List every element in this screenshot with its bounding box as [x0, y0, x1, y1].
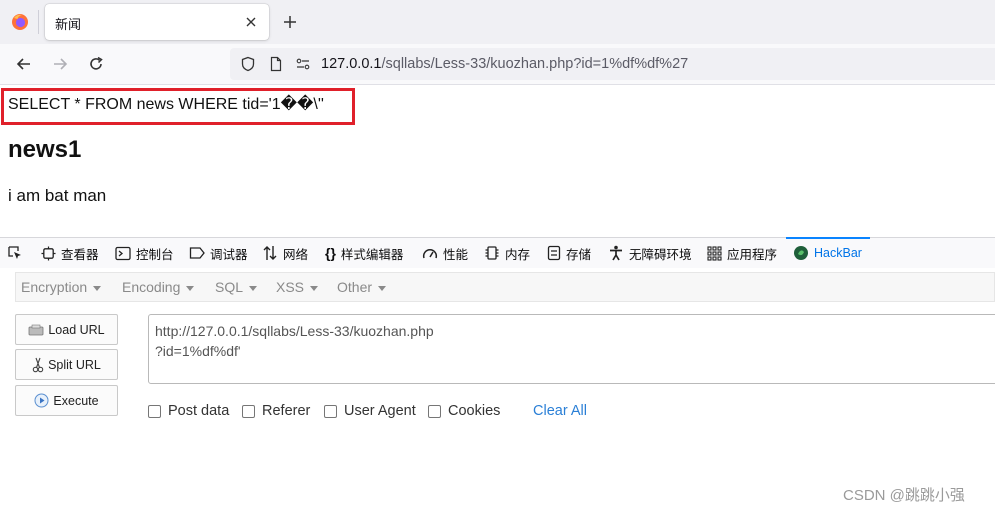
shield-icon[interactable]: [240, 56, 256, 72]
news-body: i am bat man: [8, 186, 107, 205]
devtools-tab-label: 样式编辑器: [340, 247, 404, 262]
firefox-logo-icon[interactable]: [11, 13, 29, 31]
application-icon: [707, 245, 722, 261]
element-picker-button[interactable]: [7, 238, 28, 268]
checkbox-label: Cookies: [448, 403, 501, 419]
split-url-button[interactable]: Split URL: [15, 349, 118, 380]
devtools-tab-label: 存储: [566, 247, 592, 262]
navigation-bar: 127.0.0.1/sqllabs/Less-33/kuozhan.php?id…: [0, 44, 995, 85]
menu-sql[interactable]: SQL: [215, 279, 258, 295]
url-host: 127.0.0.1: [321, 56, 382, 72]
devtools-tab-performance[interactable]: 性能: [422, 238, 468, 268]
checkbox-box[interactable]: [148, 404, 161, 418]
url-path: /sqllabs/Less-33/kuozhan.php?id=1%df%df%…: [381, 56, 689, 72]
memory-icon: [485, 246, 499, 260]
menu-other[interactable]: Other: [337, 279, 387, 295]
checkbox-label: Referer: [262, 403, 311, 419]
permissions-icon[interactable]: [295, 56, 311, 72]
inspector-icon: [41, 245, 56, 261]
scissors-icon: [32, 357, 44, 372]
clear-all-link[interactable]: Clear All: [533, 403, 587, 419]
load-url-icon: [28, 324, 44, 335]
devtools-tab-application[interactable]: 应用程序: [707, 238, 777, 268]
caret-down-icon: [249, 285, 258, 291]
devtools-tab-label: 无障碍环境: [629, 247, 692, 262]
devtools-tab-label: 应用程序: [727, 247, 778, 262]
menu-encoding[interactable]: Encoding: [122, 279, 195, 295]
post-data-checkbox[interactable]: Post data: [148, 403, 229, 419]
page-info-icon[interactable]: [268, 56, 284, 72]
devtools-tab-label: 网络: [283, 247, 309, 262]
checkbox-label: User Agent: [344, 403, 416, 419]
menu-encryption[interactable]: Encryption: [21, 279, 102, 295]
sql-query-text: SELECT * FROM news WHERE tid='1��\'': [8, 96, 324, 113]
execute-button[interactable]: Execute: [15, 385, 118, 416]
checkbox-box[interactable]: [242, 404, 255, 418]
devtools-tab-label: 查看器: [61, 247, 99, 262]
caret-down-icon: [186, 285, 195, 291]
cookies-checkbox[interactable]: Cookies: [428, 403, 500, 419]
browser-tab-bar: 新闻: [0, 0, 995, 44]
user-agent-checkbox[interactable]: User Agent: [324, 403, 416, 419]
hackbar-icon: [794, 246, 808, 260]
tab-separator: [38, 10, 39, 34]
reload-icon[interactable]: [87, 55, 105, 73]
network-icon: [263, 246, 277, 260]
button-label: Execute: [53, 393, 99, 408]
menu-label: Encoding: [122, 279, 181, 295]
new-tab-plus-icon[interactable]: [281, 13, 299, 31]
browser-tab-active[interactable]: 新闻: [45, 4, 269, 40]
checkbox-box[interactable]: [428, 404, 441, 418]
referer-checkbox[interactable]: Referer: [242, 403, 310, 419]
devtools-toolbar: 查看器 控制台 调试器 网络 {} 样式编辑器 性能 内存 存储 无障碍环境 应…: [0, 237, 995, 269]
devtools-tab-storage[interactable]: 存储: [547, 238, 591, 268]
performance-icon: [422, 249, 438, 259]
style-editor-icon: {}: [325, 245, 336, 261]
devtools-tab-label: HackBar: [814, 246, 862, 260]
url-bar[interactable]: 127.0.0.1/sqllabs/Less-33/kuozhan.php?id…: [230, 48, 995, 80]
debugger-icon: [189, 247, 205, 259]
hackbar-url-textarea[interactable]: http://127.0.0.1/sqllabs/Less-33/kuozhan…: [148, 314, 995, 384]
devtools-tab-label: 内存: [505, 247, 531, 262]
element-picker-icon: [8, 246, 21, 259]
forward-arrow-icon[interactable]: [51, 55, 69, 73]
play-icon: [34, 393, 49, 408]
devtools-tab-style-editor[interactable]: {} 样式编辑器: [325, 238, 403, 268]
menu-label: Encryption: [21, 279, 88, 295]
caret-down-icon: [310, 285, 319, 291]
devtools-tab-hackbar[interactable]: HackBar: [793, 238, 862, 268]
devtools-tab-label: 调试器: [210, 247, 248, 262]
devtools-tab-debugger[interactable]: 调试器: [189, 238, 248, 268]
devtools-tab-label: 控制台: [136, 247, 174, 262]
tab-title: 新闻: [55, 17, 82, 32]
devtools-tab-memory[interactable]: 内存: [484, 238, 530, 268]
back-arrow-icon[interactable]: [15, 55, 33, 73]
accessibility-icon: [610, 245, 622, 261]
menu-label: XSS: [276, 279, 305, 295]
page-content: SELECT * FROM news WHERE tid='1��\'' new…: [0, 85, 995, 237]
caret-down-icon: [93, 285, 102, 291]
menu-xss[interactable]: XSS: [276, 279, 319, 295]
hackbar-panel: Encryption Encoding SQL XSS Other Load U…: [0, 268, 995, 511]
console-icon: [115, 246, 131, 260]
checkbox-label: Post data: [168, 403, 230, 419]
menu-label: SQL: [215, 279, 244, 295]
devtools-tab-inspector[interactable]: 查看器: [41, 238, 99, 268]
caret-down-icon: [378, 285, 387, 291]
devtools-tab-console[interactable]: 控制台: [115, 238, 174, 268]
news-title: news1: [8, 136, 82, 163]
load-url-button[interactable]: Load URL: [15, 314, 118, 345]
hackbar-menu: Encryption Encoding SQL XSS Other: [15, 272, 995, 302]
devtools-tab-label: 性能: [443, 247, 469, 262]
watermark: CSDN @跳跳小强: [843, 487, 965, 504]
checkbox-box[interactable]: [324, 404, 337, 418]
devtools-tab-accessibility[interactable]: 无障碍环境: [608, 238, 692, 268]
devtools-tab-network[interactable]: 网络: [262, 238, 308, 268]
button-label: Split URL: [48, 357, 101, 372]
close-tab-icon[interactable]: [243, 14, 259, 30]
url-text[interactable]: 127.0.0.1/sqllabs/Less-33/kuozhan.php?id…: [321, 56, 688, 72]
menu-label: Other: [337, 279, 373, 295]
button-label: Load URL: [48, 322, 105, 337]
storage-icon: [547, 245, 561, 261]
